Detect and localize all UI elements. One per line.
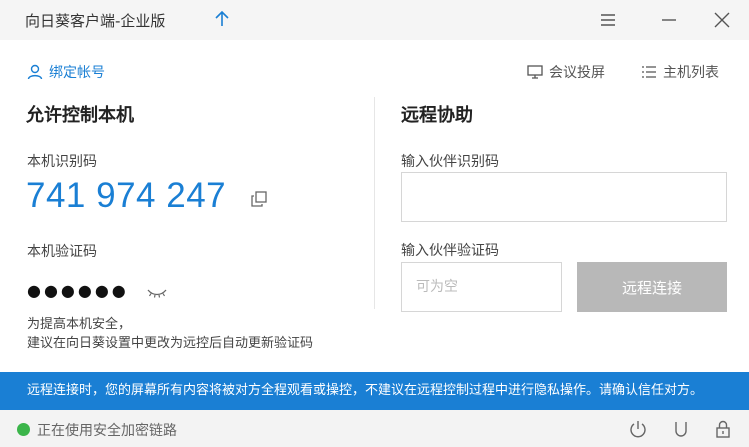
- minimize-button[interactable]: [655, 6, 683, 34]
- lock-icon[interactable]: [713, 419, 733, 439]
- minimize-icon: [662, 19, 676, 21]
- security-tip-line1: 为提高本机安全，: [27, 317, 132, 332]
- connection-status-dot: [17, 423, 30, 436]
- close-icon: [714, 12, 730, 28]
- security-tip-line2: 建议在向日葵设置中更改为远控后自动更新验证码: [27, 336, 314, 351]
- hamburger-icon: [601, 14, 615, 26]
- meeting-cast-label: 会议投屏: [549, 65, 605, 81]
- verification-code-label: 本机验证码: [27, 244, 97, 260]
- allow-control-title: 允许控制本机: [26, 105, 134, 126]
- eye-closed-icon[interactable]: [147, 284, 167, 303]
- partner-id-label: 输入伙伴识别码: [401, 154, 499, 170]
- list-icon: [642, 66, 656, 78]
- monitor-icon: [527, 65, 543, 79]
- remote-connect-button[interactable]: 远程连接: [577, 262, 727, 312]
- host-list-link[interactable]: 主机列表: [641, 62, 719, 82]
- close-button[interactable]: [708, 6, 736, 34]
- panel-divider: [374, 97, 375, 309]
- host-list-label: 主机列表: [663, 65, 719, 81]
- machine-id-value: 741 974 247: [26, 176, 227, 215]
- privacy-warning-bar: 远程连接时，您的屏幕所有内容将被对方全程观看或操控，不建议在远程控制过程中进行隐…: [0, 372, 749, 410]
- copy-icon[interactable]: [251, 191, 267, 211]
- verification-code-value: ●●●●●●: [27, 281, 129, 300]
- app-title: 向日葵客户端-企业版: [25, 12, 166, 30]
- security-tip: 为提高本机安全， 建议在向日葵设置中更改为远控后自动更新验证码: [27, 315, 377, 353]
- meeting-cast-link[interactable]: 会议投屏: [527, 62, 605, 82]
- usb-icon[interactable]: [671, 419, 691, 439]
- user-icon: [27, 64, 43, 80]
- status-text: 正在使用安全加密链路: [37, 423, 177, 439]
- bind-account-label: 绑定帐号: [49, 65, 105, 81]
- menu-button[interactable]: [594, 6, 622, 34]
- partner-id-input[interactable]: [401, 172, 727, 222]
- partner-code-label: 输入伙伴验证码: [401, 243, 499, 259]
- machine-id-label: 本机识别码: [27, 154, 97, 170]
- partner-code-input[interactable]: [401, 262, 562, 312]
- power-icon[interactable]: [628, 419, 648, 439]
- remote-assist-title: 远程协助: [401, 105, 473, 126]
- bind-account-link[interactable]: 绑定帐号: [27, 62, 105, 82]
- arrow-up-icon[interactable]: [212, 8, 232, 30]
